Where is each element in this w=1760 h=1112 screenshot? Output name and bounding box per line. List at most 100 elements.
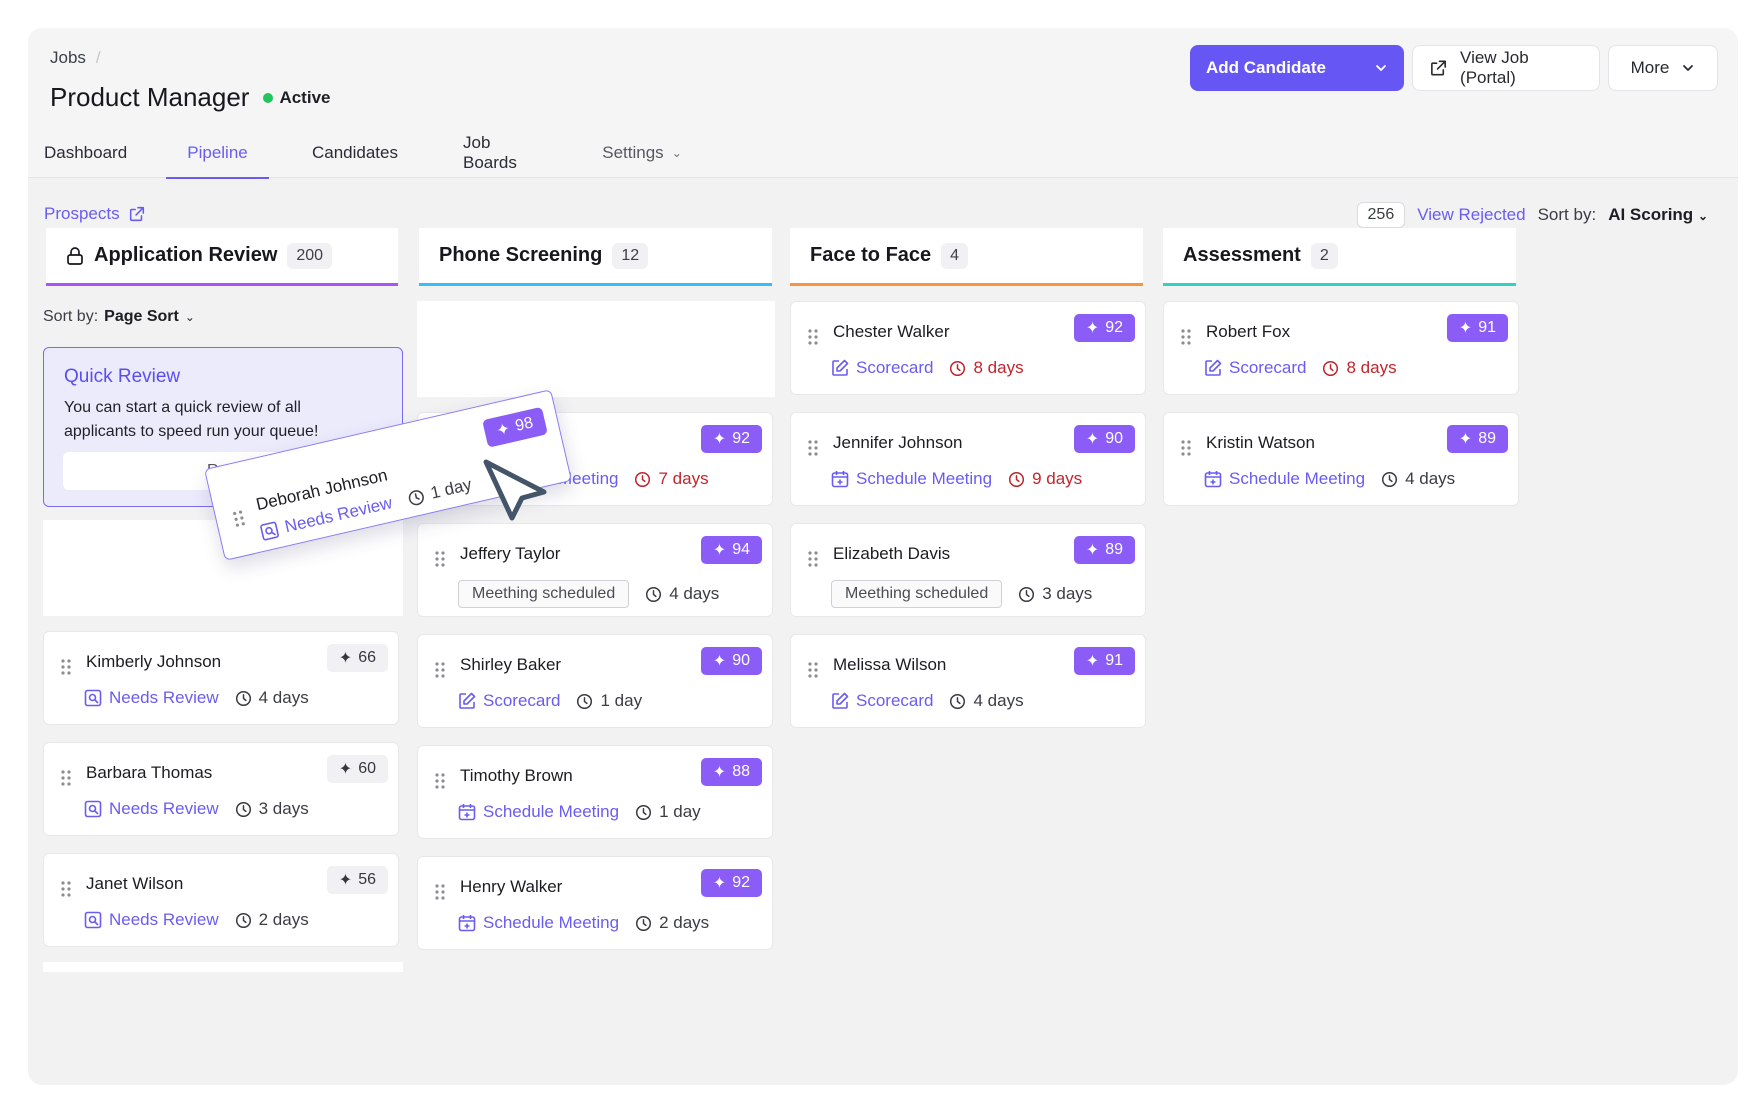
schedule-meeting-link[interactable]: Schedule Meeting [458,802,619,822]
candidate-name[interactable]: Barbara Thomas [86,763,212,783]
tab-pipeline[interactable]: Pipeline [166,128,269,179]
candidate-name[interactable]: Kristin Watson [1206,433,1315,453]
candidate-card[interactable]: Chester Walker ✦ 92 Scorecard 8 days [790,301,1146,395]
column-title: Assessment [1183,244,1301,266]
schedule-meeting-link[interactable]: Schedule Meeting [458,913,619,933]
candidate-card[interactable]: Kristin Watson ✦ 89 Schedule Meeting 4 da… [1163,412,1519,506]
sort-by-label: Sort by: [1537,205,1597,224]
tab-candidates[interactable]: Candidates [269,128,441,178]
clock-icon [636,804,652,820]
needs-review-link[interactable]: Needs Review [84,688,219,708]
ai-score-badge: ✦ 90 [1073,425,1135,453]
more-button[interactable]: More [1608,45,1718,91]
ai-score-value: 92 [732,430,750,447]
drag-handle-icon[interactable] [1180,439,1192,457]
candidate-name[interactable]: Melissa Wilson [833,655,946,675]
candidate-card[interactable]: Jennifer Johnson ✦ 90 Schedule Meeting 9 … [790,412,1146,506]
drag-handle-icon[interactable] [434,772,446,790]
time-label: 4 days [669,584,720,603]
scorecard-link[interactable]: Scorecard [458,691,560,711]
drag-handle-icon[interactable] [60,658,72,676]
drag-handle-icon[interactable] [231,509,247,529]
column-header-application-review: Application Review 200 [46,228,398,286]
candidate-card[interactable]: Robert Fox ✦ 91 Scorecard 8 days [1163,301,1519,395]
add-candidate-button[interactable]: Add Candidate [1190,45,1404,91]
chevron-down-icon[interactable] [1374,61,1388,75]
drag-handle-icon[interactable] [1180,328,1192,346]
time-in-stage: 3 days [235,799,309,819]
scorecard-link[interactable]: Scorecard [831,691,933,711]
column-header-assessment: Assessment 2 [1163,228,1516,286]
candidate-card[interactable]: Timothy Brown ✦ 88 Schedule Meeting 1 day [417,745,773,839]
drag-handle-icon[interactable] [434,661,446,679]
candidate-name[interactable]: Chester Walker [833,322,950,342]
candidate-name[interactable]: Kimberly Johnson [86,652,221,672]
time-in-stage: 4 days [645,584,719,604]
view-job-label: View Job (Portal) [1460,48,1529,87]
edit-icon [1205,359,1222,376]
clock-icon [950,693,966,709]
ai-score-badge: ✦ 92 [1073,314,1135,342]
candidate-name[interactable]: Henry Walker [460,877,562,897]
clock-icon [635,471,651,487]
candidate-card[interactable]: Kimberly Johnson ✦ 66 Needs Review 4 days [43,631,399,725]
drag-handle-icon[interactable] [807,328,819,346]
time-in-stage: 1 day [405,475,473,509]
breadcrumb-separator: / [95,48,101,67]
rejected-count-badge: 256 [1356,202,1406,228]
candidate-name[interactable]: Jeffery Taylor [460,544,560,564]
candidate-card[interactable]: Barbara Thomas ✦ 60 Needs Review 3 days [43,742,399,836]
breadcrumb-jobs-link[interactable]: Jobs [50,48,86,68]
scorecard-link[interactable]: Scorecard [831,358,933,378]
view-job-portal-button[interactable]: View Job (Portal) [1412,45,1600,91]
action-label: Schedule Meeting [856,469,993,488]
drag-handle-icon[interactable] [434,550,446,568]
review-search-icon [260,521,279,541]
candidate-name[interactable]: Robert Fox [1206,322,1290,342]
drag-handle-icon[interactable] [807,661,819,679]
candidate-name[interactable]: Janet Wilson [86,874,183,894]
candidate-card[interactable]: Elizabeth Davis ✦ 89 Meething scheduled 3… [790,523,1146,617]
tab-job-boards[interactable]: Job Boards [441,128,559,178]
candidate-name[interactable]: Elizabeth Davis [833,544,950,564]
ai-score-badge: ✦ 89 [1073,536,1135,564]
needs-review-link[interactable]: Needs Review [84,799,219,819]
cursor-arrow-icon [483,459,547,521]
scorecard-link[interactable]: Scorecard [1204,358,1306,378]
card-peek [43,962,403,972]
column-sort-dropdown[interactable]: Sort by: Page Sort ⌄ [43,308,195,326]
drag-handle-icon[interactable] [434,883,446,901]
drag-handle-icon[interactable] [807,550,819,568]
column-header-face-to-face: Face to Face 4 [790,228,1143,286]
schedule-meeting-link[interactable]: Schedule Meeting [1204,469,1365,489]
drag-handle-icon[interactable] [60,769,72,787]
more-label: More [1630,58,1670,77]
edit-icon [832,359,849,376]
tab-settings[interactable]: Settings ⌄ [559,128,725,178]
candidate-card[interactable]: Jeffery Taylor ✦ 94 Meething scheduled 4 … [417,523,773,617]
sort-by-dropdown[interactable]: AI Scoring ⌄ [1608,205,1708,225]
breadcrumb: Jobs / [50,48,101,68]
clock-icon [235,690,251,706]
candidate-card[interactable]: Melissa Wilson ✦ 91 Scorecard 4 days [790,634,1146,728]
ai-score-value: 89 [1478,430,1496,447]
candidate-name[interactable]: Timothy Brown [460,766,573,786]
needs-review-link[interactable]: Needs Review [84,910,219,930]
candidate-name[interactable]: Shirley Baker [460,655,561,675]
schedule-meeting-link[interactable]: Schedule Meeting [831,469,992,489]
sparkle-icon: ✦ [712,431,727,448]
prospects-link[interactable]: Prospects [44,204,146,224]
candidate-card[interactable]: Janet Wilson ✦ 56 Needs Review 2 days [43,853,399,947]
clock-icon [408,489,424,505]
sparkle-icon: ✦ [712,653,727,670]
tab-dashboard[interactable]: Dashboard [28,128,160,178]
candidate-name[interactable]: Jennifer Johnson [833,433,962,453]
view-rejected-link[interactable]: View Rejected [1417,205,1525,225]
column-count: 2 [1310,242,1338,269]
candidate-card[interactable]: Shirley Baker ✦ 90 Scorecard 1 day [417,634,773,728]
drag-handle-icon[interactable] [807,439,819,457]
candidate-card[interactable]: Henry Walker ✦ 92 Schedule Meeting 2 days [417,856,773,950]
clock-icon [577,693,593,709]
drag-handle-icon[interactable] [60,880,72,898]
ai-score-badge: ✦ 94 [700,536,762,564]
